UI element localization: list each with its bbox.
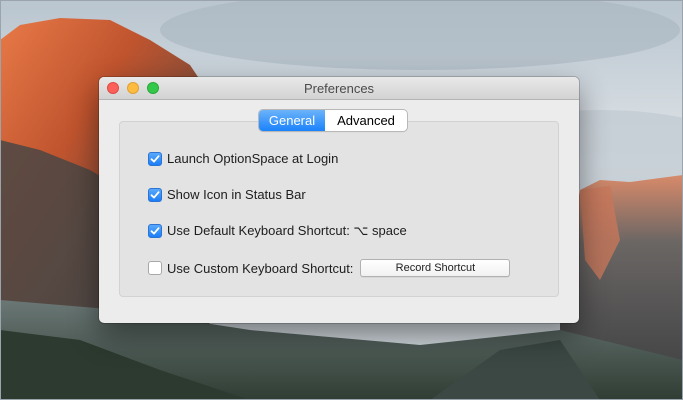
tab-advanced[interactable]: Advanced: [325, 110, 407, 131]
tab-bar: General Advanced: [259, 110, 407, 131]
custom-shortcut-option[interactable]: Use Custom Keyboard Shortcut: Record Sho…: [148, 259, 511, 277]
title-bar[interactable]: Preferences: [99, 77, 579, 100]
checkmark-icon: [150, 154, 160, 162]
launch-at-login-label: Launch OptionSpace at Login: [167, 151, 339, 166]
show-status-icon-label: Show Icon in Status Bar: [167, 187, 306, 202]
default-shortcut-label: Use Default Keyboard Shortcut: ⌥ space: [167, 223, 407, 238]
window-title: Preferences: [303, 81, 375, 96]
launch-at-login-checkbox[interactable]: [148, 151, 162, 166]
launch-at-login-option[interactable]: Launch OptionSpace at Login: [148, 151, 338, 166]
tab-general[interactable]: General: [259, 110, 325, 131]
checkmark-icon: [150, 227, 160, 235]
record-shortcut-button[interactable]: Record Shortcut: [360, 259, 511, 277]
checkmark-icon: [150, 190, 160, 198]
desktop: Preferences General Advanced Launch Opti…: [0, 0, 683, 400]
default-shortcut-option[interactable]: Use Default Keyboard Shortcut: ⌥ space: [148, 223, 407, 239]
preferences-window: Preferences General Advanced Launch Opti…: [99, 77, 579, 323]
show-status-icon-option[interactable]: Show Icon in Status Bar: [148, 187, 306, 202]
default-shortcut-checkbox[interactable]: [148, 224, 162, 238]
custom-shortcut-checkbox[interactable]: [148, 261, 162, 275]
custom-shortcut-label: Use Custom Keyboard Shortcut:: [167, 260, 354, 276]
show-status-icon-checkbox[interactable]: [148, 187, 162, 202]
